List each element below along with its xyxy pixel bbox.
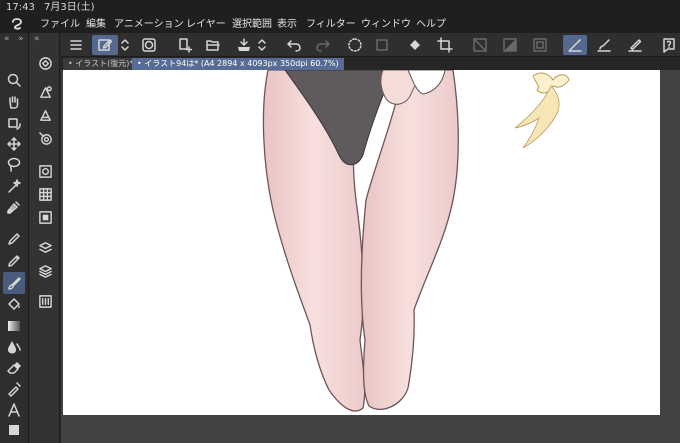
menu-filter[interactable]: フィルター [306,16,356,33]
hand-icon[interactable] [3,91,25,113]
menu-file[interactable]: ファイル [40,16,80,33]
timeline-icon[interactable] [35,291,55,311]
loading-spinner-icon [344,35,366,55]
gradient-icon[interactable] [3,315,25,337]
undo-icon[interactable] [283,35,305,55]
rail-expand-button[interactable]: » [18,33,24,45]
menu-selection[interactable]: 選択範囲 [232,16,272,33]
figure-icon[interactable] [3,419,25,441]
menu-animation[interactable]: アニメーション [114,16,184,33]
tool-rail: « » [0,33,29,443]
menu-window[interactable]: ウィンドウ [361,16,411,33]
rail-collapse-button[interactable]: « [4,33,10,45]
text-icon[interactable] [3,399,25,421]
fill-icon[interactable] [3,293,25,315]
wand-icon[interactable] [3,175,25,197]
open-folder-icon[interactable] [202,35,224,55]
cloud-sync-icon[interactable] [138,35,160,55]
redo-icon[interactable] [312,35,334,55]
save-icon[interactable] [233,35,255,55]
menu-layer[interactable]: レイヤー [186,16,226,33]
app-logo-icon[interactable] [10,17,24,31]
subrail-collapse-button[interactable]: « [34,33,40,45]
clear-icon[interactable] [371,35,393,55]
tab-label: イラスト(復元)* [75,59,134,68]
tone-icon[interactable] [499,35,521,55]
eraser-icon[interactable] [3,357,25,379]
canvas-workspace[interactable] [61,70,680,443]
blend-icon[interactable] [3,336,25,358]
pen-icon[interactable] [3,228,25,250]
sub-tool-rail: « [30,33,60,443]
rotate-icon[interactable] [3,113,25,135]
save-chevron-icon[interactable] [256,35,268,55]
tab-label: イラスト94は* (A4 2894 x 4093px 350dpi 60.7%) [144,59,339,68]
new-file-icon[interactable] [174,35,196,55]
navigator-icon[interactable] [35,207,55,227]
pen-pressure-icon[interactable] [624,35,646,55]
brush-icon[interactable] [3,272,25,294]
hair-strand [514,85,560,149]
drawing-canvas[interactable] [63,70,660,415]
status-bar: 17:43 7月3日(土) [0,0,680,16]
snap-ruler-icon[interactable] [563,35,587,55]
menu-help[interactable]: ヘルプ [416,16,446,33]
menu-edit[interactable]: 編集 [86,16,106,33]
sub-tool-a-icon[interactable] [35,82,55,102]
border-icon[interactable] [529,35,551,55]
lasso-icon[interactable] [3,153,25,175]
command-bar [61,33,680,57]
layers-icon[interactable] [35,261,55,281]
hamburger-menu-icon[interactable] [65,35,87,55]
sub-tool-b-icon[interactable] [35,105,55,125]
menu-bar: ファイル 編集 アニメーション レイヤー 選択範囲 表示 フィルター ウィンドウ… [0,16,680,33]
tab-current-illustration[interactable]: • イラスト94は* (A4 2894 x 4093px 350dpi 60.7… [132,58,344,70]
status-time: 17:43 [6,2,35,13]
decoration-icon[interactable] [3,378,25,400]
quick-access-icon[interactable] [35,53,55,73]
fill-selection-icon[interactable] [404,35,426,55]
pencil-icon[interactable] [3,250,25,272]
chevron-updown-icon[interactable] [119,35,131,55]
document-tab-bar: • イラスト(復元)* • イラスト94は* (A4 2894 x 4093px… [61,57,680,70]
grayscale-icon[interactable] [469,35,491,55]
canvas-edit-icon[interactable] [92,35,118,55]
move-icon[interactable] [3,133,25,155]
help-icon[interactable] [657,35,679,55]
illustration-artwork [262,70,570,412]
right-leg [360,70,459,411]
tab-restored-illustration[interactable]: • イラスト(復元)* [63,58,139,70]
brush-stabilize-icon[interactable] [593,35,615,55]
status-date: 7月3日(土) [44,2,95,13]
material-icon[interactable] [35,161,55,181]
menu-view[interactable]: 表示 [277,16,297,33]
crop-icon[interactable] [434,35,456,55]
eyedropper-icon[interactable] [3,196,25,218]
magnifier-icon[interactable] [3,69,25,91]
layer-property-icon[interactable] [35,237,55,257]
sub-tool-c-icon[interactable] [35,128,55,148]
color-set-icon[interactable] [35,184,55,204]
